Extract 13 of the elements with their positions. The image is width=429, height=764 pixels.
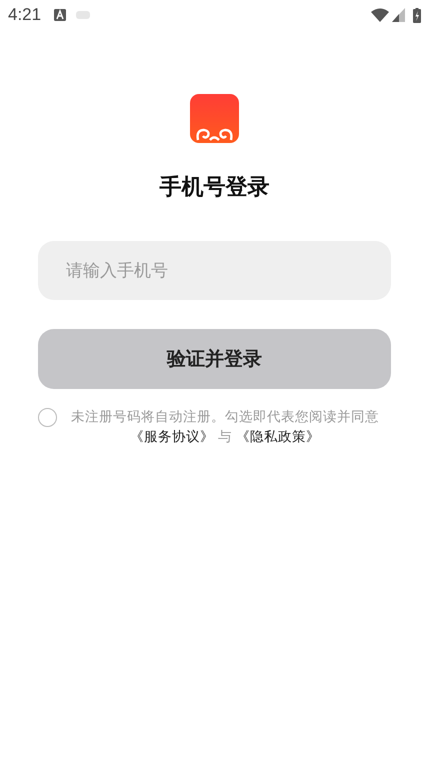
battery-icon xyxy=(413,8,421,22)
notification-icon xyxy=(54,9,66,21)
agree-checkbox[interactable] xyxy=(38,408,57,427)
agreement-notice: 未注册号码将自动注册。勾选即代表您阅读并同意 xyxy=(71,408,379,427)
app-logo-icon xyxy=(190,94,239,143)
privacy-policy-link[interactable]: 《隐私政策》 xyxy=(236,427,320,447)
service-agreement-link[interactable]: 《服务协议》 xyxy=(130,427,214,447)
conjunction-text: 与 xyxy=(218,428,232,447)
status-time: 4:21 xyxy=(8,5,42,25)
signal-icon xyxy=(392,8,405,22)
page-title: 手机号登录 xyxy=(160,174,270,202)
phone-input-field[interactable]: 请输入手机号 xyxy=(38,241,391,300)
wifi-icon xyxy=(371,8,389,22)
